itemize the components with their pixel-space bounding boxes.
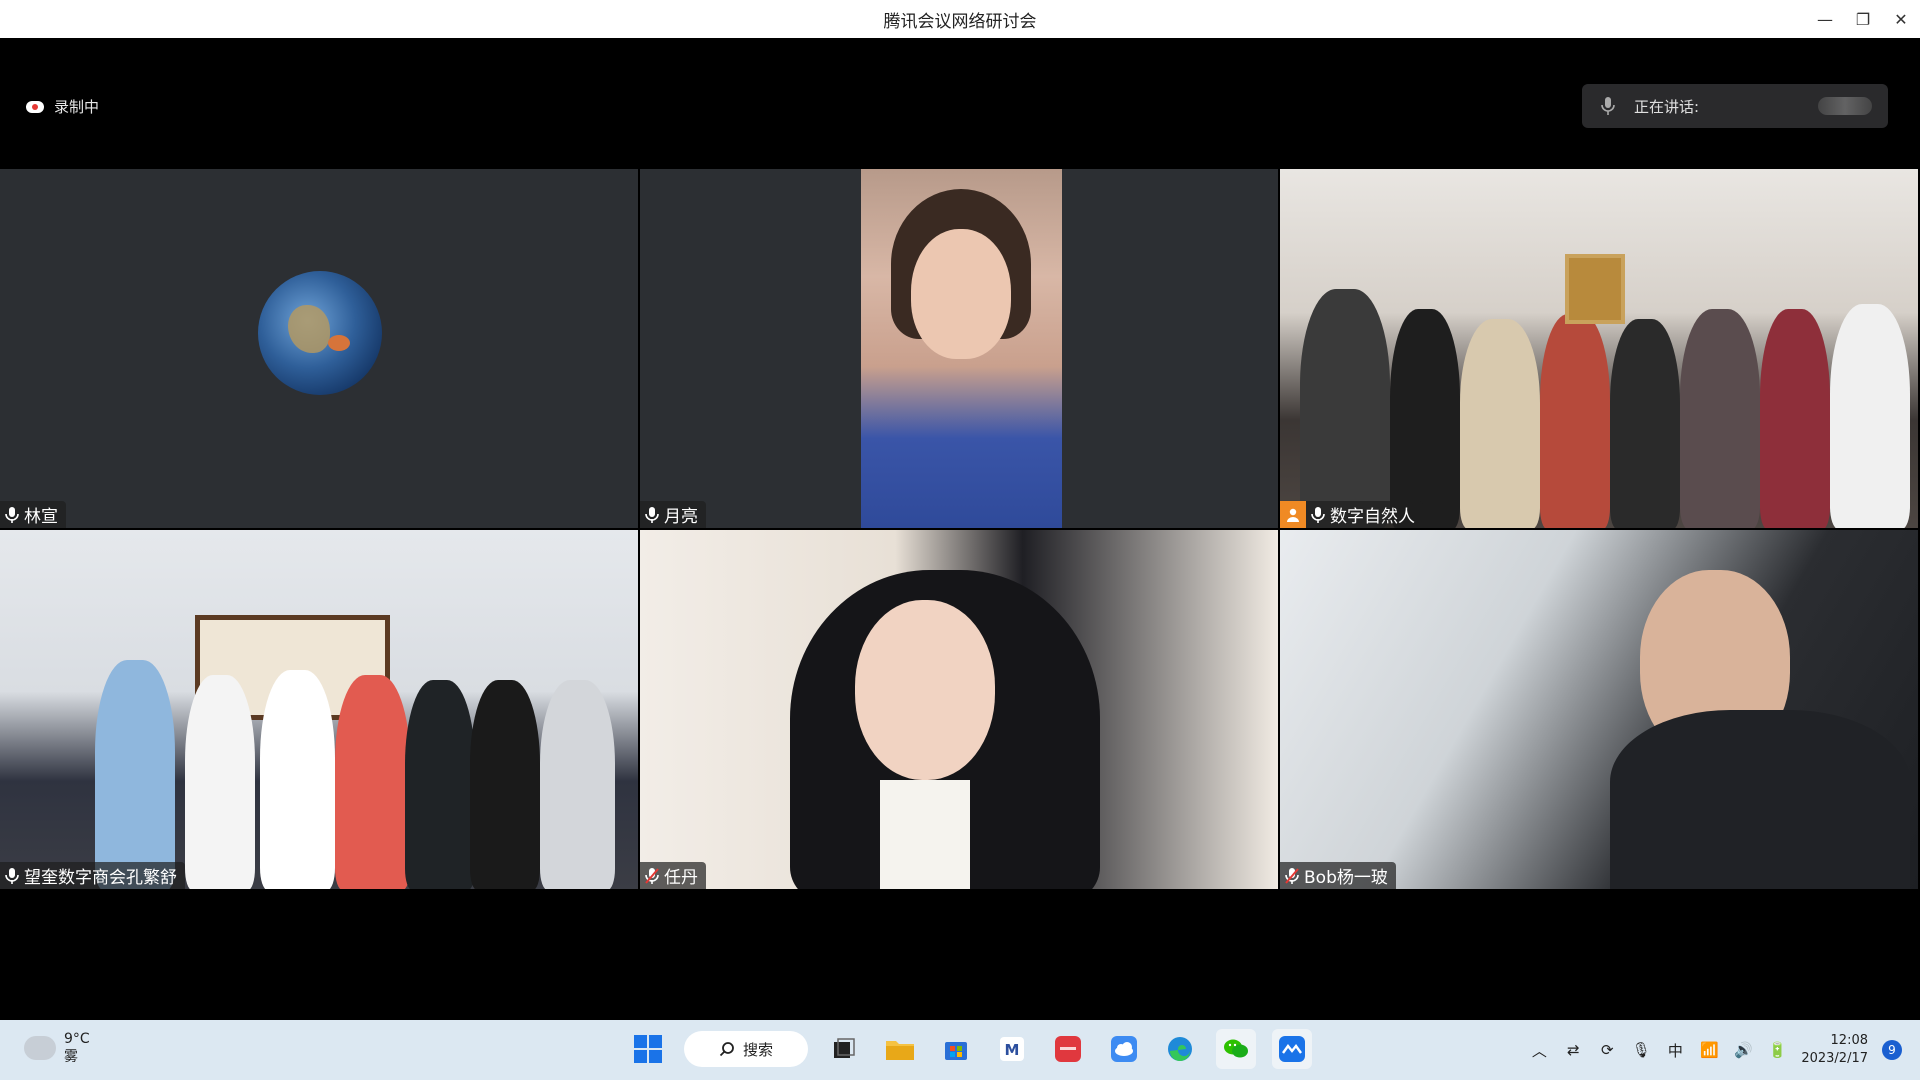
weather-condition: 雾 bbox=[64, 1049, 78, 1065]
ime-indicator[interactable]: 中 bbox=[1665, 1040, 1685, 1061]
microphone-icon bbox=[1311, 506, 1325, 523]
close-button[interactable]: ✕ bbox=[1882, 0, 1920, 38]
recording-indicator[interactable]: 录制中 bbox=[26, 96, 99, 117]
window-title: 腾讯会议网络研讨会 bbox=[883, 11, 1037, 32]
participant-label: 任丹 bbox=[640, 862, 706, 889]
clock-date: 2023/2/17 bbox=[1801, 1051, 1868, 1066]
weather-widget[interactable]: 9°C 雾 bbox=[24, 1030, 90, 1066]
participant-video bbox=[0, 530, 638, 889]
microphone-tray-icon[interactable]: 🎙 bbox=[1631, 1041, 1651, 1059]
video-tile[interactable]: 数字自然人 bbox=[1280, 169, 1918, 528]
notification-badge[interactable]: 9 bbox=[1882, 1040, 1902, 1060]
participant-label: Bob杨一玻 bbox=[1280, 862, 1396, 889]
weather-temp: 9°C bbox=[64, 1031, 90, 1047]
sync-toggle-icon[interactable]: ⇄ bbox=[1563, 1041, 1583, 1059]
participant-name: 任丹 bbox=[664, 868, 698, 888]
microphone-muted-icon bbox=[645, 867, 659, 884]
speaker-avatars bbox=[1818, 97, 1872, 115]
participant-name: 望奎数字商会孔繁舒 bbox=[24, 868, 177, 888]
system-tray: ︿ ⇄ ⟳ 🎙 中 📶 🔊 🔋 12:08 2023/2/17 9 bbox=[1529, 1020, 1920, 1080]
recording-label: 录制中 bbox=[54, 98, 100, 116]
cloud-app-icon[interactable] bbox=[1104, 1029, 1144, 1069]
participant-label: 望奎数字商会孔繁舒 bbox=[0, 862, 185, 889]
video-tile[interactable]: 望奎数字商会孔繁舒 bbox=[0, 530, 638, 889]
speaking-indicator: 正在讲话: bbox=[1582, 84, 1888, 128]
microsoft-store-icon[interactable] bbox=[936, 1029, 976, 1069]
video-tile[interactable]: 月亮 bbox=[640, 169, 1278, 528]
search-icon bbox=[719, 1042, 734, 1057]
restore-button[interactable]: ❐ bbox=[1844, 0, 1882, 38]
volume-icon[interactable]: 🔊 bbox=[1733, 1041, 1753, 1059]
participant-name: 数字自然人 bbox=[1330, 507, 1415, 527]
microphone-icon bbox=[5, 506, 19, 523]
microphone-icon bbox=[5, 867, 19, 884]
taskbar-apps: 搜索 M bbox=[628, 1029, 1312, 1069]
minimize-button[interactable]: — bbox=[1806, 0, 1844, 38]
wifi-icon[interactable]: 📶 bbox=[1699, 1041, 1719, 1059]
participant-video bbox=[1280, 530, 1918, 889]
participant-video bbox=[1280, 169, 1918, 528]
battery-icon[interactable]: 🔋 bbox=[1767, 1041, 1787, 1059]
participant-label: 月亮 bbox=[640, 501, 706, 528]
microphone-icon bbox=[645, 506, 659, 523]
video-tile[interactable]: Bob杨一玻 bbox=[1280, 530, 1918, 889]
taskbar: 9°C 雾 搜索 M ︿ ⇄ ⟳ 🎙 中 📶 🔊 🔋 12:08 2023/2/… bbox=[0, 1020, 1920, 1080]
start-button[interactable] bbox=[628, 1029, 668, 1069]
participant-video bbox=[861, 169, 1062, 528]
search-label: 搜索 bbox=[742, 1040, 773, 1059]
clock[interactable]: 12:08 2023/2/17 bbox=[1801, 1032, 1868, 1068]
clock-time: 12:08 bbox=[1830, 1033, 1868, 1048]
tencent-meeting-icon[interactable] bbox=[1272, 1029, 1312, 1069]
m-app-icon[interactable]: M bbox=[992, 1029, 1032, 1069]
fog-weather-icon bbox=[24, 1036, 56, 1060]
participant-video bbox=[640, 530, 1278, 889]
file-explorer-icon[interactable] bbox=[880, 1029, 920, 1069]
svg-text:M: M bbox=[1005, 1041, 1020, 1059]
video-grid: 林宣 月亮 数字自然人 望奎数字商会孔繁舒 任丹 Bob杨一玻 bbox=[0, 131, 1920, 889]
chevron-up-icon[interactable]: ︿ bbox=[1529, 1040, 1549, 1061]
speaking-label: 正在讲话: bbox=[1634, 97, 1700, 116]
participant-name: Bob杨一玻 bbox=[1304, 868, 1388, 888]
microphone-muted-icon bbox=[1285, 867, 1299, 884]
task-view-icon[interactable] bbox=[824, 1029, 864, 1069]
microphone-icon bbox=[1601, 97, 1615, 115]
participant-label: 林宣 bbox=[0, 501, 66, 528]
title-bar: 腾讯会议网络研讨会 — ❐ ✕ bbox=[0, 0, 1920, 38]
participant-label: 数字自然人 bbox=[1280, 501, 1423, 528]
recording-cloud-icon bbox=[26, 100, 44, 113]
participant-avatar bbox=[258, 271, 382, 395]
huawei-app-icon[interactable] bbox=[1048, 1029, 1088, 1069]
host-badge-icon bbox=[1280, 501, 1306, 528]
refresh-icon[interactable]: ⟳ bbox=[1597, 1041, 1617, 1059]
video-tile[interactable]: 林宣 bbox=[0, 169, 638, 528]
participant-name: 林宣 bbox=[24, 507, 58, 527]
video-tile[interactable]: 任丹 bbox=[640, 530, 1278, 889]
search-button[interactable]: 搜索 bbox=[684, 1031, 808, 1067]
edge-browser-icon[interactable] bbox=[1160, 1029, 1200, 1069]
windows-icon bbox=[634, 1035, 662, 1063]
participant-name: 月亮 bbox=[664, 507, 698, 527]
wechat-icon[interactable] bbox=[1216, 1029, 1256, 1069]
window-controls: — ❐ ✕ bbox=[1806, 0, 1920, 38]
